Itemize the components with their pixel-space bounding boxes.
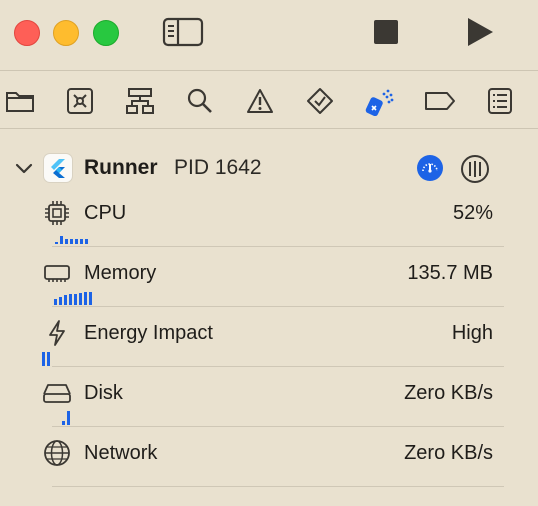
row-divider xyxy=(52,426,504,427)
process-row[interactable]: Runner PID 1642 xyxy=(0,146,538,190)
navigator-bar xyxy=(0,71,538,128)
sparkline-bar xyxy=(85,239,88,244)
thread-view-icon[interactable] xyxy=(460,154,490,184)
gauge-label: CPU xyxy=(84,202,127,224)
breakpoint-icon xyxy=(425,92,455,110)
disk-gauge-row[interactable]: Disk Zero KB/s xyxy=(0,378,538,438)
cpu-gauge-row[interactable]: CPU 52% xyxy=(0,198,538,258)
test-icon xyxy=(307,88,333,114)
sparkline-bar xyxy=(79,293,82,305)
process-pid: PID 1642 xyxy=(174,156,262,179)
source-control-icon xyxy=(67,88,93,114)
close-window-button[interactable] xyxy=(14,20,40,46)
debug-icon xyxy=(365,89,394,116)
gauge-value: Zero KB/s xyxy=(404,442,493,464)
sidebar-toggle-button[interactable] xyxy=(160,14,206,50)
process-name: Runner xyxy=(84,156,158,179)
test-navigator-tab[interactable] xyxy=(300,81,340,121)
zoom-window-button[interactable] xyxy=(93,20,119,46)
sparkline-bar xyxy=(89,292,92,305)
memory-icon-wrap xyxy=(42,258,72,288)
memory-icon xyxy=(44,265,70,282)
symbol-navigator-tab[interactable] xyxy=(120,81,160,121)
energy-icon xyxy=(49,320,65,346)
energy-sparkline xyxy=(42,352,50,366)
sparkline-bar xyxy=(47,352,50,366)
energy-icon-wrap xyxy=(42,318,72,348)
memory-sparkline xyxy=(54,291,92,305)
sparkline-bar xyxy=(60,236,63,244)
network-gauge-row[interactable]: Network Zero KB/s xyxy=(0,438,538,498)
sparkline-bar xyxy=(84,292,87,305)
debug-gauge-icon[interactable] xyxy=(416,154,444,182)
project-navigator-tab[interactable] xyxy=(0,81,40,121)
app-icon xyxy=(44,154,72,182)
navigator-divider xyxy=(0,128,538,129)
breakpoint-navigator-tab[interactable] xyxy=(420,81,460,121)
sparkline-bar xyxy=(54,299,57,305)
cpu-icon xyxy=(45,201,69,225)
gauge-label: Network xyxy=(84,442,158,464)
memory-gauge-row[interactable]: Memory 135.7 MB xyxy=(0,258,538,318)
sparkline-bar xyxy=(67,411,70,425)
gauge-label: Memory xyxy=(84,262,157,284)
sparkline-bar xyxy=(75,239,78,244)
sparkline-bar xyxy=(62,421,65,425)
stop-button[interactable] xyxy=(366,14,406,50)
row-divider xyxy=(52,246,504,247)
sparkline-bar xyxy=(55,242,58,244)
disk-icon xyxy=(43,384,71,403)
network-icon xyxy=(44,440,70,466)
chevron-down-icon[interactable] xyxy=(14,158,34,178)
report-navigator-tab[interactable] xyxy=(480,81,520,121)
find-navigator-tab[interactable] xyxy=(180,81,220,121)
gauge-label: Energy Impact xyxy=(84,322,213,344)
warning-icon xyxy=(247,89,273,113)
stop-icon xyxy=(374,20,398,44)
row-divider xyxy=(52,486,504,487)
disk-sparkline xyxy=(62,411,70,425)
sidebar-toggle-icon xyxy=(162,17,204,47)
gauge-value: 52% xyxy=(452,202,493,224)
sparkline-bar xyxy=(74,294,77,305)
cpu-icon-wrap xyxy=(42,198,72,228)
row-divider xyxy=(52,306,504,307)
disk-icon-wrap xyxy=(42,378,72,408)
sparkline-bar xyxy=(70,239,73,244)
network-icon-wrap xyxy=(42,438,72,468)
search-icon xyxy=(187,88,212,113)
run-icon xyxy=(468,18,493,46)
folder-icon xyxy=(6,92,34,112)
run-button[interactable] xyxy=(458,12,502,52)
report-icon xyxy=(488,88,512,114)
sparkline-bar xyxy=(65,239,68,244)
sparkline-bar xyxy=(69,294,72,305)
gauge-value: Zero KB/s xyxy=(404,382,493,404)
sparkline-bar xyxy=(59,297,62,305)
gauge-label: Disk xyxy=(84,382,123,404)
gauge-value: High xyxy=(451,322,493,344)
flutter-logo-icon xyxy=(51,159,65,178)
cpu-sparkline xyxy=(55,230,88,244)
gauge-value: 135.7 MB xyxy=(407,262,493,284)
debug-navigator-tab[interactable] xyxy=(360,81,400,121)
sparkline-bar xyxy=(64,295,67,305)
hierarchy-icon xyxy=(126,88,154,114)
minimize-window-button[interactable] xyxy=(53,20,79,46)
issue-navigator-tab[interactable] xyxy=(240,81,280,121)
title-bar xyxy=(0,0,538,70)
row-divider xyxy=(52,366,504,367)
sparkline-bar xyxy=(42,352,45,366)
source-control-navigator-tab[interactable] xyxy=(60,81,100,121)
energy-gauge-row[interactable]: Energy Impact High xyxy=(0,318,538,378)
sparkline-bar xyxy=(80,239,83,244)
